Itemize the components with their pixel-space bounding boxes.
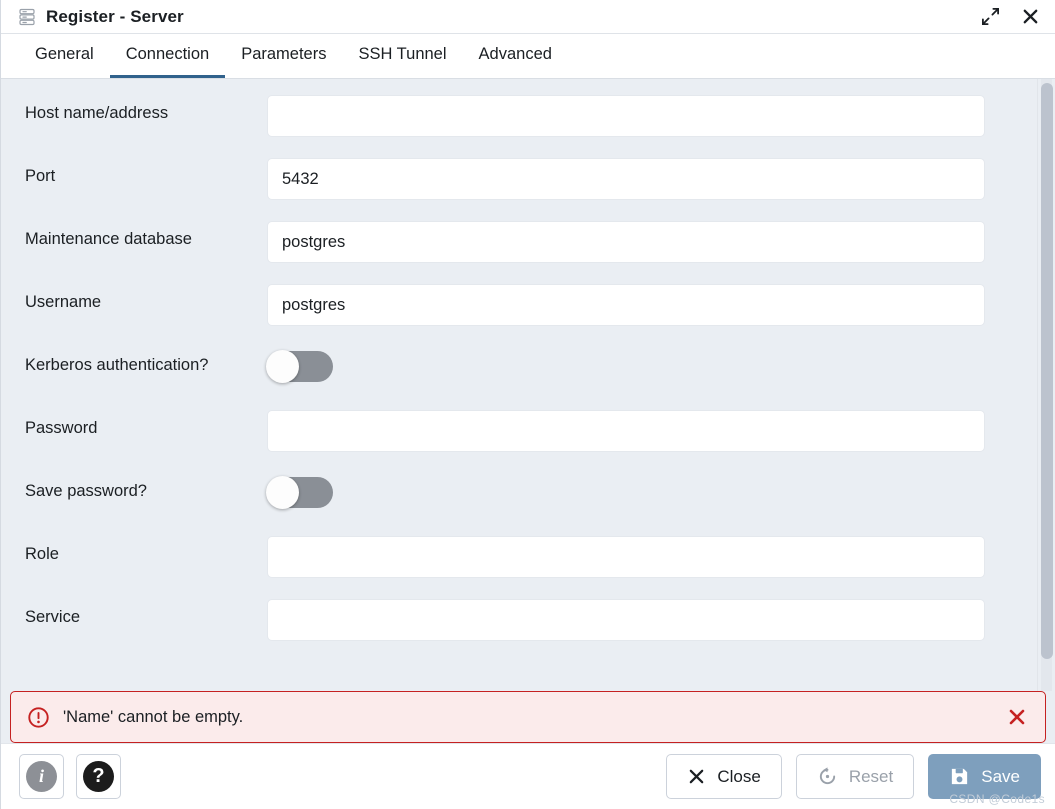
- help-icon: ?: [83, 761, 114, 792]
- field-label: Password: [25, 419, 98, 437]
- footer-right-actions: Close Reset Save: [666, 754, 1041, 799]
- field-label: Service: [25, 608, 81, 626]
- field-label: Host name/address: [25, 104, 169, 122]
- field-control: [267, 221, 1023, 263]
- error-banner: 'Name' cannot be empty.: [10, 691, 1046, 743]
- form-scrollbar[interactable]: [1037, 79, 1055, 691]
- tab-label: SSH Tunnel: [358, 45, 447, 63]
- service-input[interactable]: [267, 599, 985, 641]
- info-button[interactable]: i: [19, 754, 64, 799]
- role-input[interactable]: [267, 536, 985, 578]
- reset-button-label: Reset: [848, 766, 894, 786]
- toggle-knob: [266, 476, 299, 509]
- dialog-body: Host name/address Port Maintenance datab…: [1, 79, 1055, 691]
- tab-bar: General Connection Parameters SSH Tunnel…: [1, 34, 1055, 79]
- save-button[interactable]: Save: [928, 754, 1041, 799]
- field-label: Port: [25, 167, 56, 185]
- tab-parameters[interactable]: Parameters: [225, 34, 342, 78]
- field-label: Kerberos authentication?: [25, 356, 209, 374]
- field-row-save-password: Save password?: [1, 473, 1037, 536]
- field-control: [267, 536, 1023, 578]
- password-input[interactable]: [267, 410, 985, 452]
- register-server-dialog: Register - Server General Connection Par…: [0, 0, 1055, 809]
- tab-general[interactable]: General: [19, 34, 110, 78]
- scrollbar-thumb[interactable]: [1041, 83, 1053, 659]
- close-button-label: Close: [717, 766, 761, 786]
- close-button[interactable]: Close: [666, 754, 782, 799]
- tab-label: Parameters: [241, 45, 327, 63]
- tab-connection[interactable]: Connection: [109, 34, 226, 78]
- maintenance-database-input[interactable]: [267, 221, 985, 263]
- field-control: [267, 410, 1023, 452]
- port-input[interactable]: [267, 158, 985, 200]
- field-label: Save password?: [25, 482, 147, 500]
- footer-left-actions: i ?: [19, 754, 121, 799]
- save-floppy-icon: [949, 766, 970, 787]
- kerberos-authentication-toggle[interactable]: [266, 350, 333, 383]
- help-button[interactable]: ?: [76, 754, 121, 799]
- server-stack-icon: [17, 7, 37, 27]
- field-control: [266, 473, 1023, 509]
- field-control: [267, 158, 1023, 200]
- field-row-service: Service: [1, 599, 1037, 662]
- username-input[interactable]: [267, 284, 985, 326]
- error-circle-exclamation-icon: [27, 706, 51, 729]
- toggle-knob: [266, 350, 299, 383]
- error-close-icon[interactable]: [1005, 706, 1029, 728]
- close-x-icon: [687, 767, 706, 786]
- field-control: [267, 284, 1023, 326]
- field-row-username: Username: [1, 284, 1037, 347]
- field-label: Username: [25, 293, 102, 311]
- tab-advanced[interactable]: Advanced: [463, 34, 568, 78]
- host-name-address-input[interactable]: [267, 95, 985, 137]
- reset-circular-arrow-icon: [817, 766, 838, 787]
- field-row-kerberos-authentication: Kerberos authentication?: [1, 347, 1037, 410]
- field-row-host-name-address: Host name/address: [1, 95, 1037, 158]
- field-row-maintenance-database: Maintenance database: [1, 221, 1037, 284]
- tab-label: Connection: [125, 45, 210, 63]
- save-button-label: Save: [981, 766, 1020, 786]
- tab-label: Advanced: [478, 45, 552, 63]
- tab-label: General: [35, 45, 94, 63]
- field-row-role: Role: [1, 536, 1037, 599]
- field-control: [267, 95, 1023, 137]
- dialog-titlebar: Register - Server: [1, 0, 1055, 34]
- error-message: 'Name' cannot be empty.: [63, 707, 244, 726]
- tab-ssh-tunnel[interactable]: SSH Tunnel: [342, 34, 462, 78]
- info-icon: i: [26, 761, 57, 792]
- field-control: [266, 347, 1023, 383]
- field-row-port: Port: [1, 158, 1037, 221]
- field-label: Role: [25, 545, 59, 563]
- expand-diagonal-icon[interactable]: [979, 6, 1001, 28]
- field-control: [267, 599, 1023, 641]
- field-label: Maintenance database: [25, 230, 192, 248]
- field-row-password: Password: [1, 410, 1037, 473]
- connection-form: Host name/address Port Maintenance datab…: [1, 79, 1037, 691]
- close-icon[interactable]: [1019, 6, 1041, 28]
- dialog-title: Register - Server: [46, 6, 184, 26]
- save-password-toggle[interactable]: [266, 476, 333, 509]
- reset-button[interactable]: Reset: [795, 754, 915, 799]
- dialog-footer: i ? Close Reset Save CSDN @Code1s: [1, 743, 1055, 809]
- titlebar-actions: [979, 6, 1041, 28]
